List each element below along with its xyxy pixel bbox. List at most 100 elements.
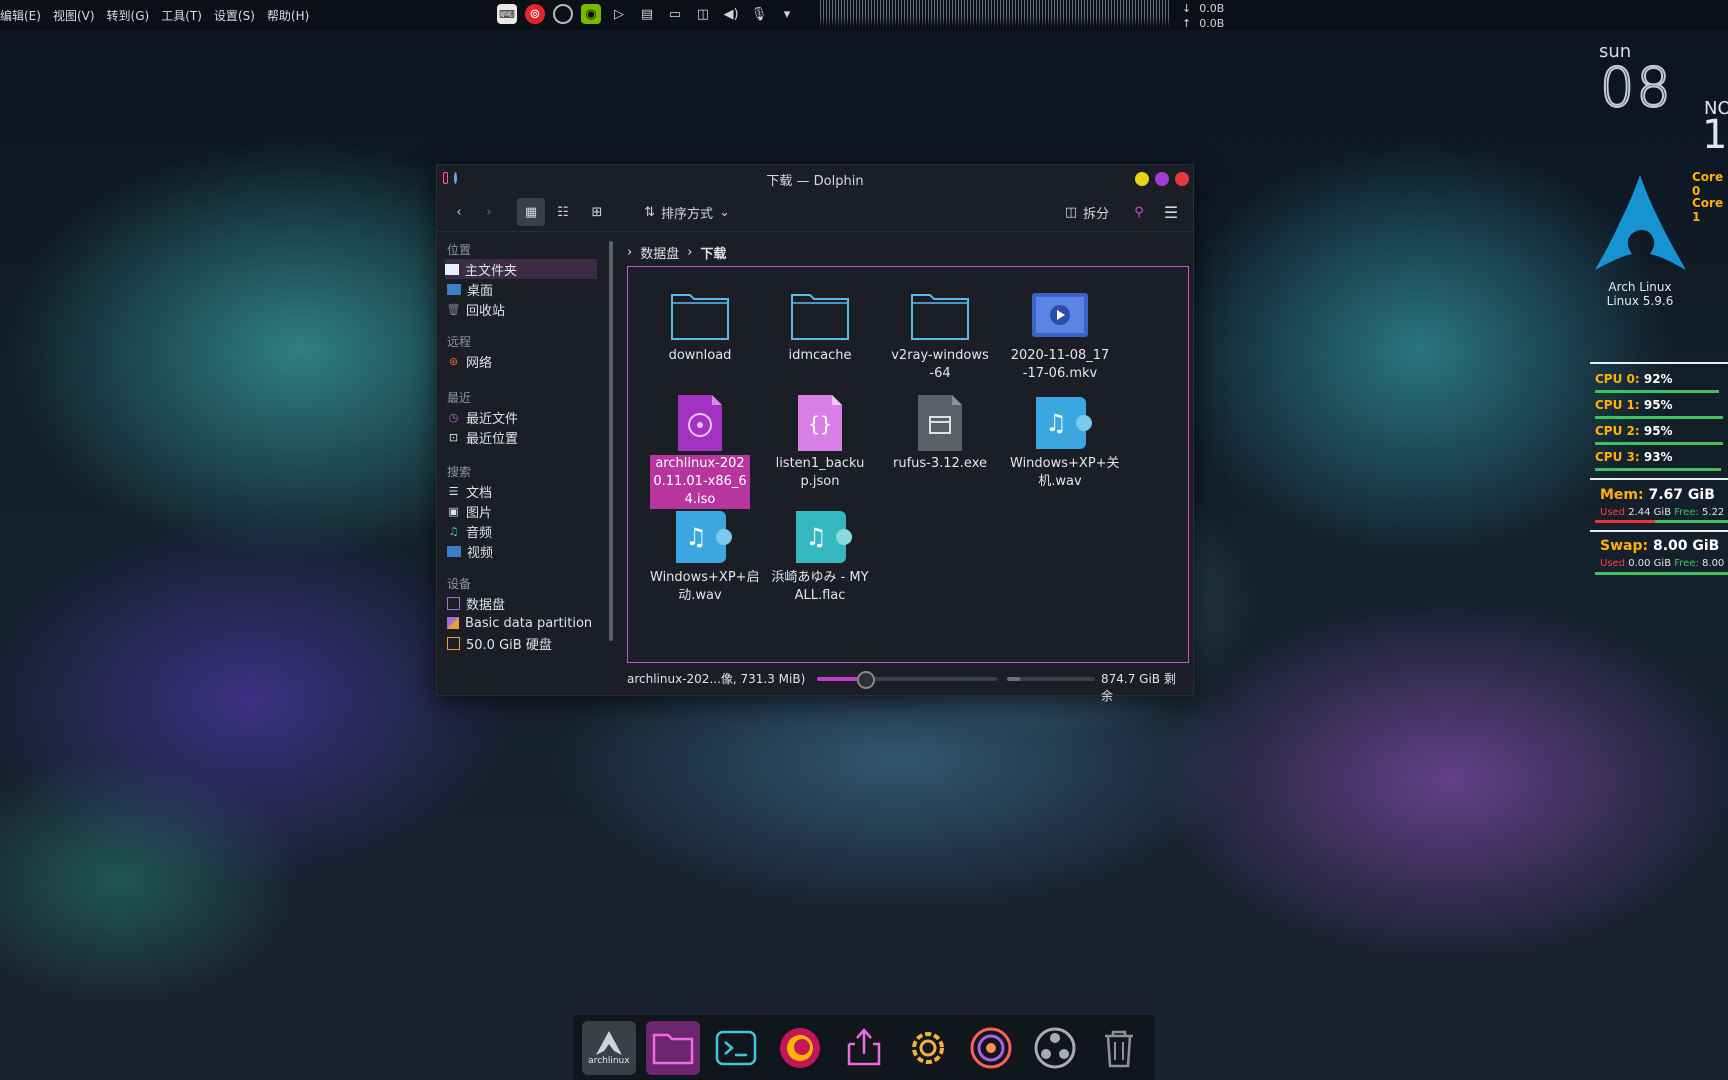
menu-tools[interactable]: 工具(T) bbox=[161, 7, 202, 24]
display-icon[interactable]: ◫ bbox=[693, 4, 713, 24]
sidebar-item-label: 桌面 bbox=[467, 283, 494, 299]
volume-icon[interactable]: ◀) bbox=[721, 4, 741, 24]
file-view[interactable]: download idmcache v2ray-windows-64 2020-… bbox=[627, 266, 1189, 663]
svg-text:♫: ♫ bbox=[805, 523, 827, 551]
status-text: archlinux-202...像, 731.3 MiB) bbox=[627, 672, 806, 686]
system-tray: ⌨ ⊚ ◉ ▷ ▤ ▭ ◫ ◀) 🎙 ▾ bbox=[497, 4, 797, 24]
sort-button[interactable]: ⇅ 排序方式 ⌄ bbox=[637, 198, 737, 226]
clipboard-icon[interactable]: ▤ bbox=[637, 4, 657, 24]
video-icon bbox=[447, 545, 461, 557]
status-bar: archlinux-202...像, 731.3 MiB) 874.7 GiB … bbox=[627, 667, 1187, 703]
sidebar-item-basic-partition[interactable]: Basic data partition bbox=[447, 613, 597, 633]
sidebar-scrollbar[interactable] bbox=[609, 241, 613, 641]
menu-edit[interactable]: 编辑(E) bbox=[0, 7, 41, 24]
sidebar-item-documents[interactable]: ☰ 文档 bbox=[447, 481, 597, 501]
minimize-button[interactable] bbox=[1135, 172, 1149, 186]
file-item-flac[interactable]: ♫ 浜崎あゆみ - MY ALL.flac bbox=[760, 507, 880, 605]
dock-files[interactable] bbox=[645, 1020, 700, 1075]
sidebar-item-home[interactable]: 主文件夹 bbox=[445, 259, 597, 279]
zoom-slider[interactable] bbox=[817, 671, 997, 689]
cpu2-value: 95% bbox=[1643, 424, 1673, 438]
compact-view-button[interactable]: ☷ bbox=[549, 198, 577, 226]
split-button[interactable]: ◫ 拆分 bbox=[1059, 198, 1115, 226]
file-item-wav-shutdown[interactable]: ♫ Windows+XP+关机.wav bbox=[1000, 393, 1120, 491]
section-recent: 最近 bbox=[447, 391, 472, 405]
title-bar[interactable]: 下载 — Dolphin bbox=[437, 165, 1193, 193]
dock-music[interactable] bbox=[964, 1021, 1018, 1075]
zoom-slider-handle[interactable] bbox=[857, 671, 875, 689]
sidebar-item-label: 主文件夹 bbox=[465, 263, 518, 279]
file-item-wav-startup[interactable]: ♫ Windows+XP+启动.wav bbox=[640, 507, 760, 605]
sidebar-item-label: 50.0 GiB 硬盘 bbox=[466, 637, 552, 653]
audio-file-icon: ♫ bbox=[668, 507, 732, 567]
microphone-icon[interactable]: 🎙 bbox=[749, 4, 769, 24]
file-item-v2ray[interactable]: v2ray-windows-64 bbox=[880, 285, 1000, 383]
menu-go[interactable]: 转到(G) bbox=[107, 7, 150, 24]
file-item-iso[interactable]: archlinux-2020.11.01-x86_64.iso bbox=[640, 393, 760, 509]
audio-visualizer bbox=[820, 0, 1170, 28]
netease-music-icon[interactable]: ⊚ bbox=[525, 4, 545, 24]
file-item-exe[interactable]: rufus-3.12.exe bbox=[880, 393, 1000, 473]
sidebar-item-audio[interactable]: ♫ 音频 bbox=[447, 521, 597, 541]
keyboard-icon[interactable]: ⌨ bbox=[497, 4, 517, 24]
dock-terminal[interactable] bbox=[709, 1021, 763, 1075]
close-button[interactable] bbox=[1175, 172, 1189, 186]
file-name: Windows+XP+启动.wav bbox=[650, 570, 760, 603]
nvidia-icon[interactable]: ◉ bbox=[581, 4, 601, 24]
mem-label: Mem: bbox=[1600, 487, 1644, 503]
dock-firefox[interactable] bbox=[773, 1021, 827, 1075]
sidebar-item-desktop[interactable]: 桌面 bbox=[447, 279, 597, 299]
icons-view-button[interactable]: ▦ bbox=[517, 198, 545, 226]
sidebar-item-recent-locations[interactable]: ⊡ 最近位置 bbox=[447, 427, 597, 447]
dock-downloader[interactable] bbox=[837, 1021, 891, 1075]
sidebar-item-label: 最近位置 bbox=[466, 431, 519, 447]
sidebar-item-data-disk[interactable]: 数据盘 bbox=[447, 593, 597, 613]
svg-text:♫: ♫ bbox=[685, 523, 707, 551]
file-item-idmcache[interactable]: idmcache bbox=[760, 285, 880, 365]
sidebar-item-trash[interactable]: 🗑 回收站 bbox=[447, 299, 597, 319]
swap-label: Swap: bbox=[1600, 538, 1649, 554]
menu-button[interactable]: ☰ bbox=[1159, 198, 1183, 226]
expand-arrow-icon[interactable]: ▾ bbox=[777, 4, 797, 24]
forward-button[interactable]: › bbox=[477, 198, 501, 226]
cpu2-bar bbox=[1595, 442, 1723, 445]
maximize-button[interactable] bbox=[1155, 172, 1169, 186]
dock-trash[interactable] bbox=[1092, 1021, 1146, 1075]
sidebar-item-images[interactable]: ▣ 图片 bbox=[447, 501, 597, 521]
swap-total: Swap: 8.00 GiB bbox=[1600, 538, 1719, 554]
sidebar-item-harddisk[interactable]: 50.0 GiB 硬盘 bbox=[447, 633, 597, 653]
sidebar-item-recent-files[interactable]: ◷ 最近文件 bbox=[447, 407, 597, 427]
dock-archlinux[interactable]: archlinux bbox=[581, 1020, 636, 1075]
media-play-icon[interactable]: ▷ bbox=[609, 4, 629, 24]
menu-view[interactable]: 视图(V) bbox=[53, 7, 95, 24]
battery-icon[interactable]: ▭ bbox=[665, 4, 685, 24]
download-speed: 0.0B bbox=[1199, 2, 1225, 15]
cpu0-value: 92% bbox=[1643, 372, 1673, 386]
breadcrumb-parent[interactable]: 数据盘 bbox=[640, 243, 679, 262]
sidebar-item-video[interactable]: 视频 bbox=[447, 541, 597, 561]
details-view-button[interactable]: ⊞ bbox=[583, 198, 611, 226]
search-button[interactable]: ⚲ bbox=[1127, 198, 1151, 226]
upload-speed: 0.0B bbox=[1199, 17, 1225, 30]
search-icon: ⚲ bbox=[1134, 204, 1144, 220]
places-panel: 位置 主文件夹 桌面 🗑 回收站 远程 ⊛ 网络 最近 ◷ 最近文件 ⊡ 最近位置 搜索… bbox=[437, 233, 603, 693]
file-item-mkv[interactable]: 2020-11-08_17-17-06.mkv bbox=[1000, 285, 1120, 383]
menu-help[interactable]: 帮助(H) bbox=[267, 7, 309, 24]
menu-settings[interactable]: 设置(S) bbox=[214, 7, 255, 24]
network-speed: ↓ 0.0B ↑ 0.0B bbox=[1182, 1, 1224, 31]
sidebar-item-network[interactable]: ⊛ 网络 bbox=[447, 351, 597, 371]
dock-obs[interactable] bbox=[1028, 1021, 1082, 1075]
mem-total: Mem: 7.67 GiB bbox=[1600, 487, 1715, 503]
back-button[interactable]: ‹ bbox=[447, 198, 471, 226]
obs-icon[interactable] bbox=[553, 4, 573, 24]
file-item-json[interactable]: {} listen1_backup.json bbox=[760, 393, 880, 491]
file-name: rufus-3.12.exe bbox=[892, 456, 987, 471]
file-item-download[interactable]: download bbox=[640, 285, 760, 365]
compact-icon: ☷ bbox=[557, 204, 569, 220]
dock-settings[interactable] bbox=[901, 1021, 955, 1075]
disc-image-icon bbox=[668, 393, 732, 453]
file-name: 2020-11-08_17-17-06.mkv bbox=[1010, 348, 1110, 381]
file-name: 浜崎あゆみ - MY ALL.flac bbox=[771, 570, 869, 603]
breadcrumb-current[interactable]: 下载 bbox=[700, 243, 726, 262]
gear-icon bbox=[911, 1031, 944, 1064]
